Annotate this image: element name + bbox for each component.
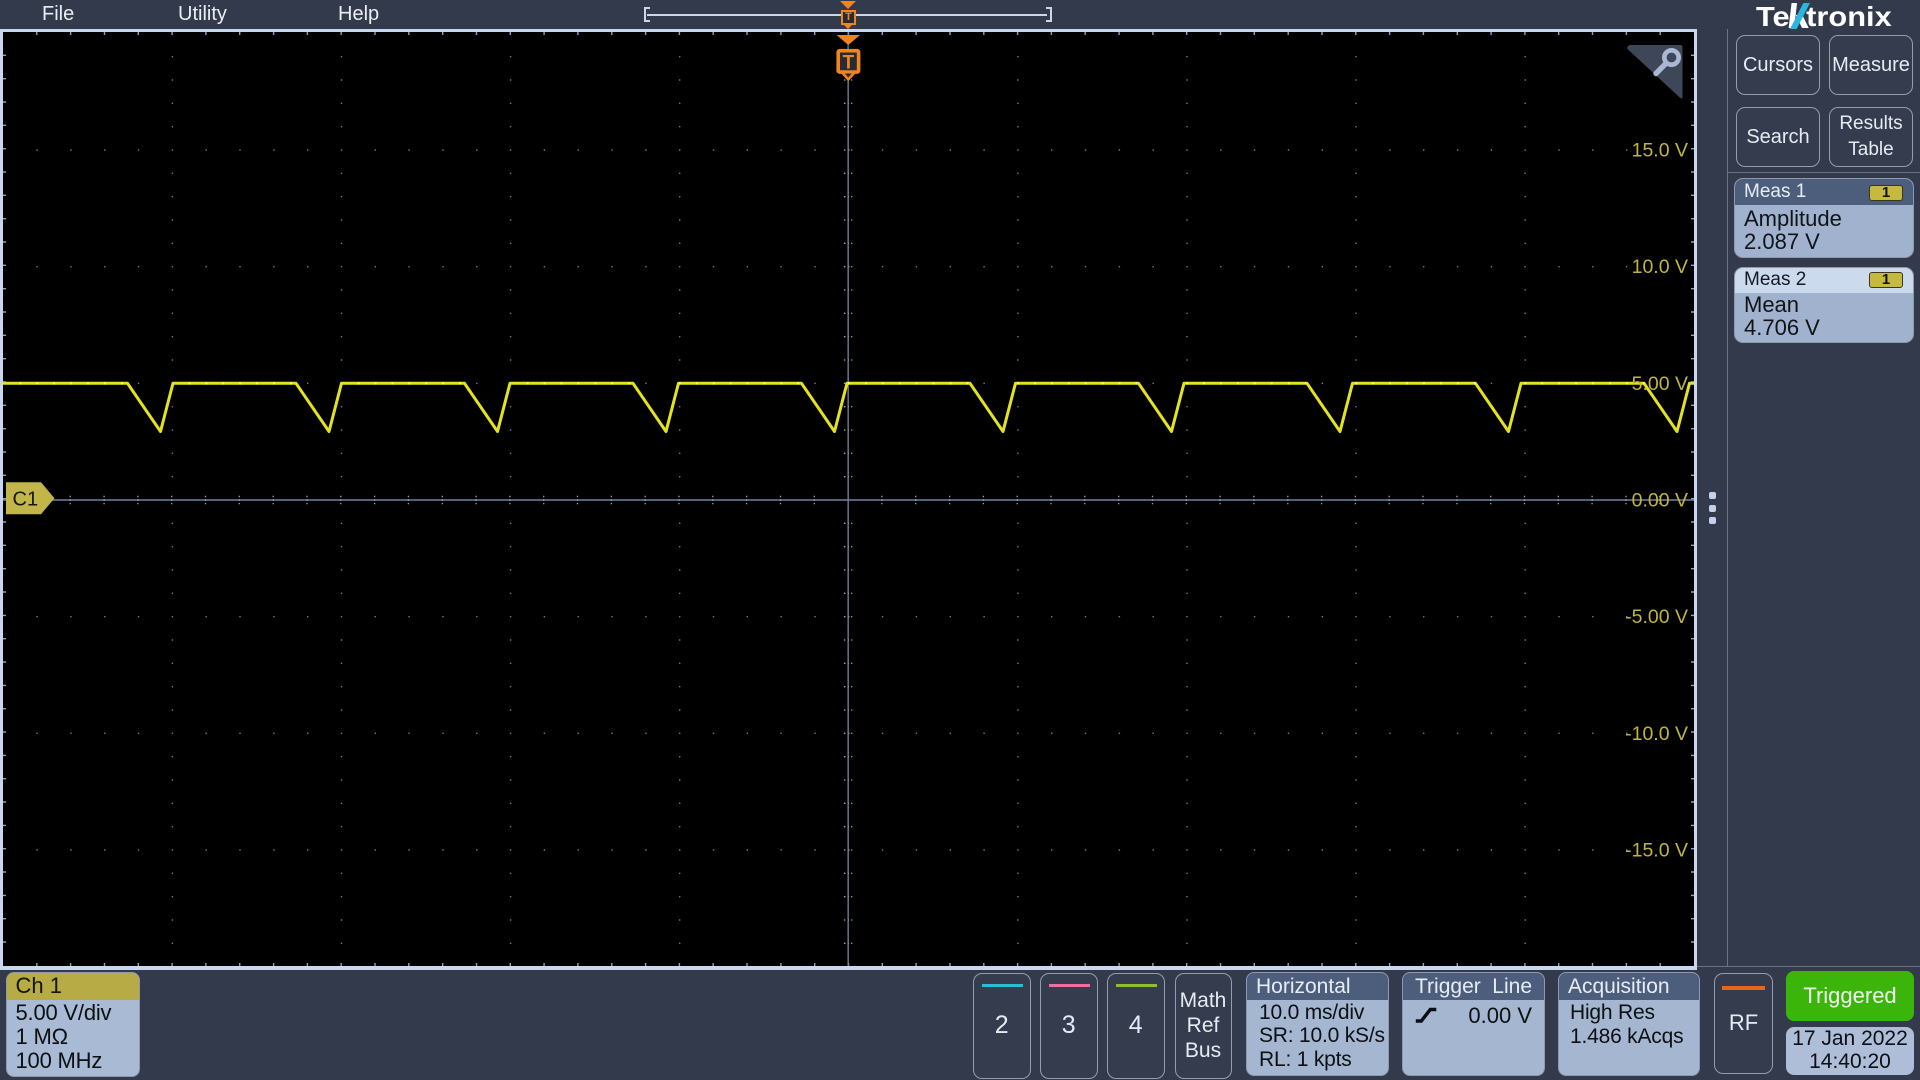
svg-text:5.00 V: 5.00 V [1632,373,1688,395]
svg-text:10.0 V: 10.0 V [1632,256,1688,278]
svg-text:15.0 V: 15.0 V [1632,140,1688,162]
svg-text:C1: C1 [13,489,39,511]
svg-text:-5.00 V: -5.00 V [1625,606,1688,628]
svg-text:T: T [843,53,855,74]
svg-text:0.00 V: 0.00 V [1632,490,1688,512]
svg-text:-10.0 V: -10.0 V [1625,723,1688,745]
svg-text:-15.0 V: -15.0 V [1625,840,1688,862]
